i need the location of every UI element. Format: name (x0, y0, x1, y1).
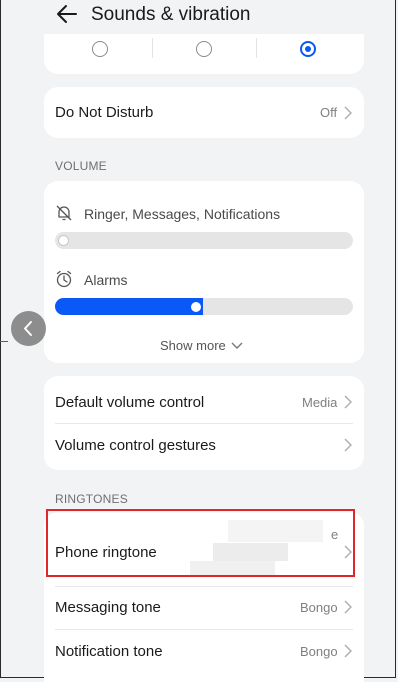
show-more-button[interactable]: Show more (160, 338, 243, 353)
ringer-volume-slider[interactable] (55, 232, 353, 249)
show-more-label: Show more (160, 338, 226, 353)
highlight-box (46, 509, 355, 577)
alarms-slider-fill (55, 298, 203, 315)
divider (55, 423, 353, 424)
chevron-right-icon (344, 600, 352, 614)
section-volume: VOLUME (55, 159, 107, 173)
section-ringtones: RINGTONES (55, 492, 128, 506)
alarms-volume-slider[interactable] (55, 298, 353, 315)
ringer-slider-thumb[interactable] (58, 235, 69, 246)
ringer-label: Ringer, Messages, Notifications (84, 206, 281, 222)
messaging-tone-value: Bongo (300, 600, 338, 615)
alarm-clock-icon (56, 270, 72, 288)
chevron-right-icon (344, 106, 352, 120)
red-marker (0, 341, 8, 342)
notification-tone-value: Bongo (300, 644, 338, 659)
default-volume-label[interactable]: Default volume control (55, 394, 204, 411)
divider (256, 38, 257, 58)
messaging-tone-label[interactable]: Messaging tone (55, 599, 161, 616)
floating-back-button[interactable] (11, 311, 46, 346)
back-arrow-icon[interactable] (55, 3, 79, 25)
divider (55, 629, 353, 630)
do-not-disturb-label: Do Not Disturb (55, 104, 154, 121)
sound-mode-radio-3[interactable] (300, 41, 316, 57)
sound-mode-radio-2[interactable] (196, 41, 212, 57)
alarms-label: Alarms (84, 272, 128, 288)
divider (152, 38, 153, 58)
volume-gestures-label[interactable]: Volume control gestures (55, 437, 216, 454)
divider (55, 586, 353, 587)
sound-mode-radio-1[interactable] (92, 41, 108, 57)
do-not-disturb-value: Off (320, 105, 338, 120)
bell-muted-icon (56, 205, 72, 221)
default-volume-value: Media (302, 395, 338, 410)
chevron-right-icon (344, 438, 352, 452)
chevron-right-icon (344, 395, 352, 409)
chevron-down-icon (231, 342, 243, 349)
notification-tone-label[interactable]: Notification tone (55, 643, 163, 660)
chevron-left-icon (24, 321, 32, 336)
alarms-slider-thumb[interactable] (191, 302, 201, 312)
chevron-right-icon (344, 644, 352, 658)
page-title: Sounds & vibration (91, 4, 251, 25)
header: Sounds & vibration (0, 0, 398, 34)
